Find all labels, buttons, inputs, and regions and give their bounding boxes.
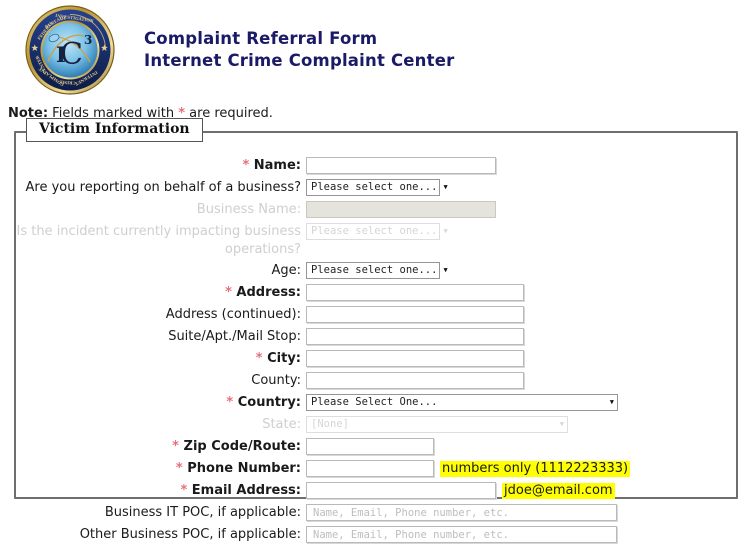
country-value: Please Select One... (311, 396, 438, 408)
title-line-2: Internet Crime Complaint Center (144, 51, 455, 70)
svg-text:3: 3 (84, 33, 92, 47)
chevron-down-icon: ▼ (443, 183, 448, 191)
behalf-of-business-value: Please select one... (311, 181, 438, 193)
label-age: Age: (271, 263, 301, 278)
page-header: FEDERAL BUREAU OF INVESTIGATION INTERNET… (0, 0, 746, 95)
city-input[interactable] (306, 350, 524, 367)
label-name: * Name: (242, 158, 301, 173)
business-name-input (306, 201, 496, 218)
field-row-country: * Country: Please Select One... ▼ (16, 394, 736, 413)
label-behalf-of-business: Are you reporting on behalf of a busines… (25, 180, 301, 195)
ic3-seal-icon: FEDERAL BUREAU OF INVESTIGATION INTERNET… (24, 4, 116, 96)
label-city: * City: (255, 351, 301, 366)
chevron-down-icon: ▼ (443, 227, 448, 235)
state-value: [None] (311, 418, 349, 430)
chevron-down-icon: ▼ (443, 266, 448, 274)
field-row-suite: Suite/Apt./Mail Stop: (16, 328, 736, 347)
impacting-operations-value: Please select one... (311, 225, 438, 237)
field-row-state: State: [None] ▼ (16, 416, 736, 435)
required-asterisk-icon: * (225, 285, 232, 300)
label-suite: Suite/Apt./Mail Stop: (168, 329, 301, 344)
chevron-down-icon: ▼ (559, 420, 564, 428)
required-asterisk-icon: * (255, 351, 263, 366)
required-asterisk-icon: * (226, 395, 234, 410)
address-input[interactable] (306, 284, 524, 301)
phone-format-hint: numbers only (1112223333) (440, 460, 631, 477)
field-row-other-business-poc: Other Business POC, if applicable: Name,… (16, 526, 736, 545)
field-row-city: * City: (16, 350, 736, 369)
other-business-poc-input[interactable]: Name, Email, Phone number, etc. (306, 526, 617, 543)
required-asterisk-icon: * (172, 439, 179, 454)
field-row-age: Age: Please select one... ▼ (16, 262, 736, 281)
label-business-name: Business Name: (196, 202, 301, 217)
field-row-phone: * Phone Number: numbers only (1112223333… (16, 460, 736, 479)
suite-input[interactable] (306, 328, 524, 345)
field-row-name: * Name: (16, 157, 736, 176)
label-country: * Country: (226, 395, 301, 410)
label-phone: * Phone Number: (175, 461, 301, 476)
phone-input[interactable] (306, 460, 434, 477)
field-row-zip: * Zip Code/Route: (16, 438, 736, 457)
business-it-poc-input[interactable]: Name, Email, Phone number, etc. (306, 504, 617, 521)
required-asterisk-icon: * (175, 461, 183, 476)
business-it-poc-placeholder: Name, Email, Phone number, etc. (313, 507, 509, 519)
label-business-it-poc: Business IT POC, if applicable: (104, 505, 301, 520)
form-rows: * Name: Are you reporting on behalf of a… (16, 149, 736, 545)
impacting-operations-select: Please select one... ▼ (306, 223, 448, 240)
behalf-of-business-select[interactable]: Please select one... ▼ (306, 179, 448, 196)
chevron-down-icon: ▼ (609, 398, 614, 406)
field-row-address: * Address: (16, 284, 736, 303)
label-email: * Email Address: (180, 483, 301, 498)
label-impacting-operations: Is the incident currently impacting busi… (16, 224, 301, 257)
label-county: County: (251, 373, 301, 388)
county-input[interactable] (306, 372, 524, 389)
label-address: * Address: (225, 285, 301, 300)
required-asterisk-icon: * (242, 158, 250, 173)
field-row-email: * Email Address: jdoe@email.com (16, 482, 736, 501)
state-select: [None] ▼ (306, 416, 568, 433)
label-address-continued: Address (continued): (165, 307, 301, 322)
label-other-business-poc: Other Business POC, if applicable: (79, 527, 301, 542)
victim-information-legend: Victim Information (26, 118, 203, 143)
label-zip: * Zip Code/Route: (172, 439, 301, 454)
field-row-county: County: (16, 372, 736, 391)
label-state: State: (262, 417, 301, 432)
page-title: Complaint Referral Form Internet Crime C… (144, 28, 454, 73)
title-line-1: Complaint Referral Form (144, 28, 378, 48)
email-input[interactable] (306, 482, 496, 499)
field-row-impacting-operations: Is the incident currently impacting busi… (16, 223, 736, 259)
victim-information-section: Victim Information * Name: Are you repor… (14, 118, 738, 543)
country-select[interactable]: Please Select One... ▼ (306, 394, 618, 411)
field-row-business-it-poc: Business IT POC, if applicable: Name, Em… (16, 504, 736, 523)
age-value: Please select one... (311, 264, 438, 276)
zip-input[interactable] (306, 438, 434, 455)
email-format-hint: jdoe@email.com (502, 482, 615, 499)
svg-text:C: C (60, 37, 83, 72)
age-select[interactable]: Please select one... ▼ (306, 262, 448, 279)
field-row-behalf-of-business: Are you reporting on behalf of a busines… (16, 179, 736, 198)
field-row-business-name: Business Name: (16, 201, 736, 220)
other-business-poc-placeholder: Name, Email, Phone number, etc. (313, 529, 509, 541)
name-input[interactable] (306, 157, 496, 174)
address-continued-input[interactable] (306, 306, 524, 323)
required-asterisk-icon: * (180, 483, 188, 498)
field-row-address-continued: Address (continued): (16, 306, 736, 325)
